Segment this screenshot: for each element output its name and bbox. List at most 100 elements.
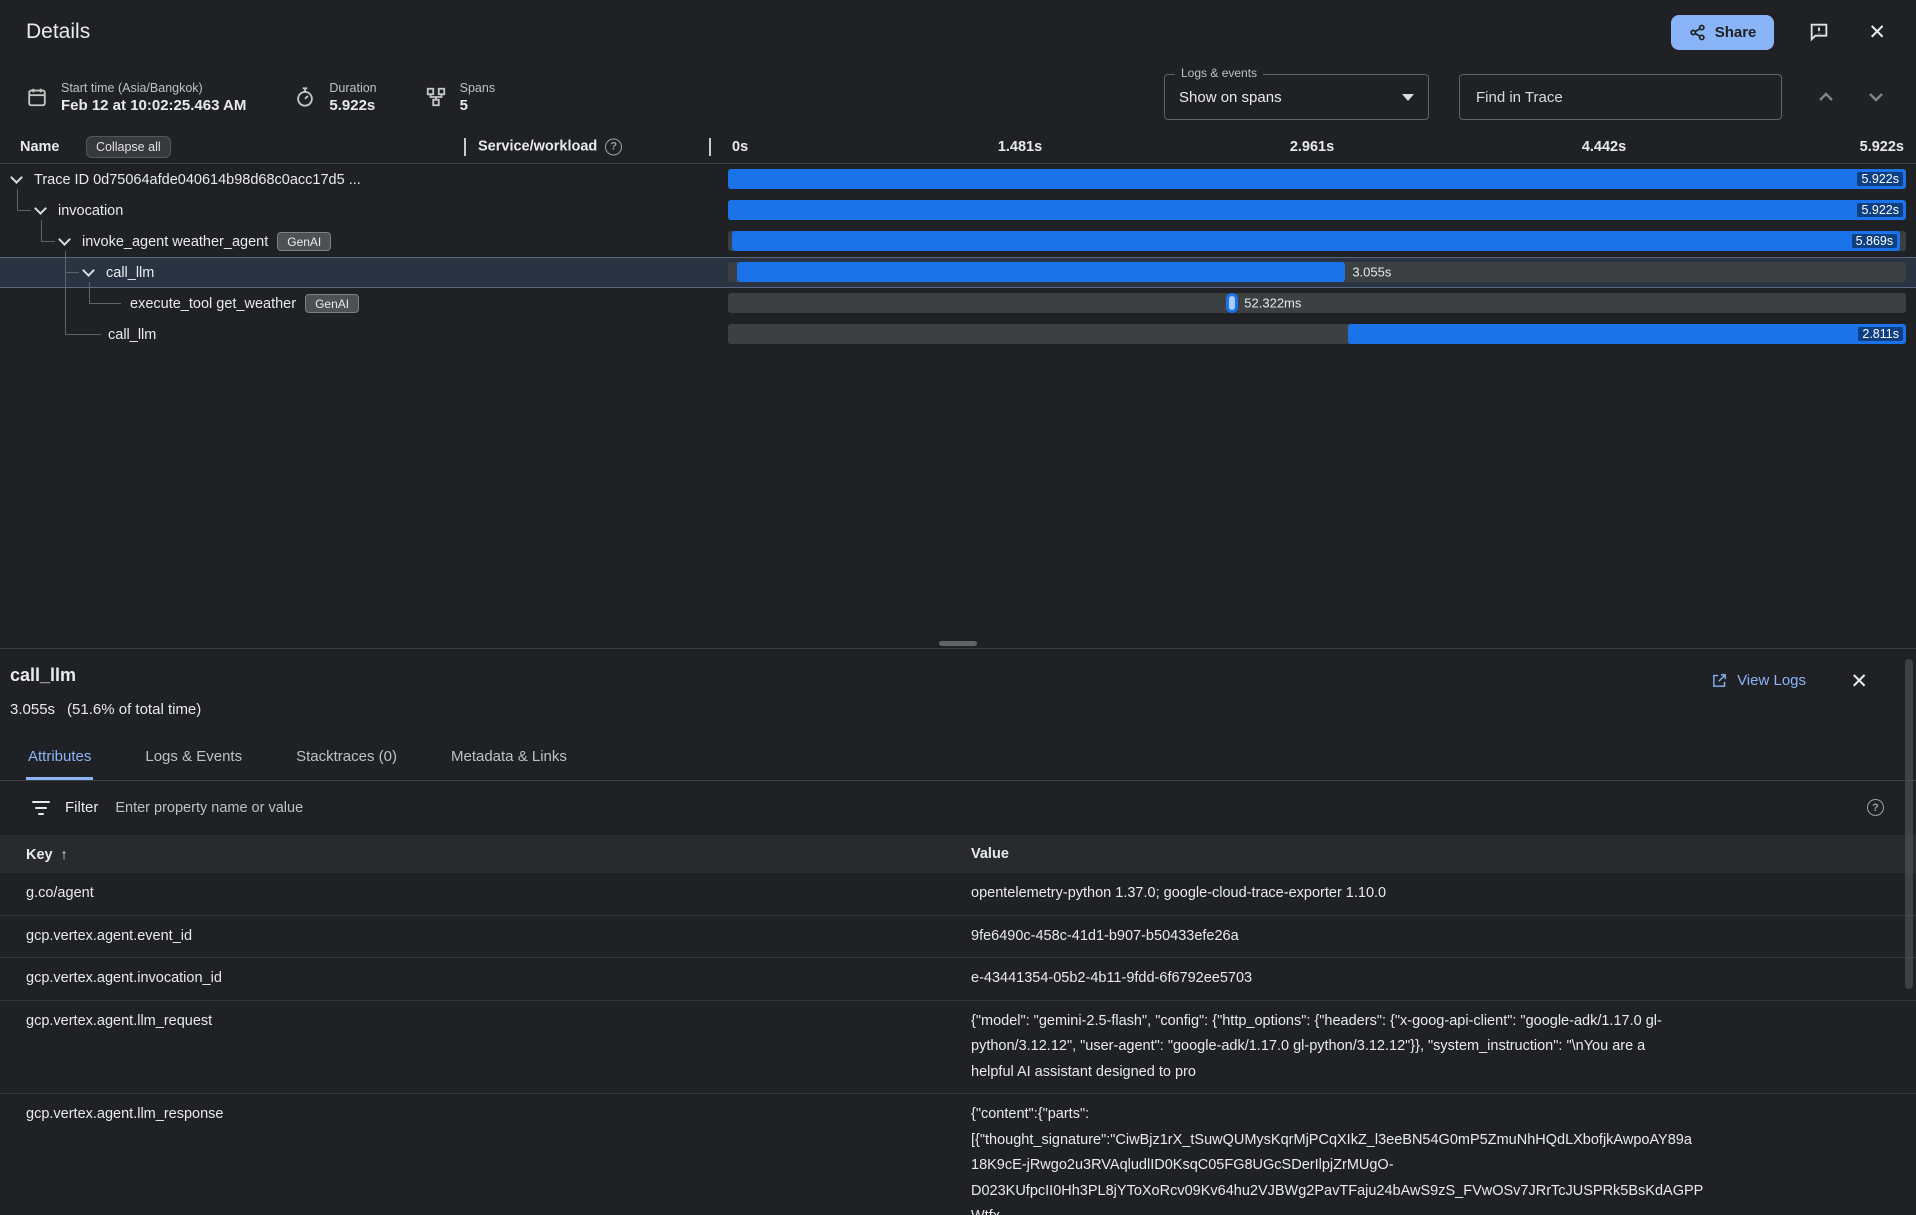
panel-resize-handle[interactable] <box>939 641 977 646</box>
duration-value: 5.922s <box>329 97 376 114</box>
share-button[interactable]: Share <box>1671 15 1775 50</box>
span-detail-title: call_llm <box>10 665 76 686</box>
find-previous-button[interactable] <box>1812 83 1840 111</box>
find-in-trace-input[interactable] <box>1459 74 1782 120</box>
span-bar[interactable]: 5.869s <box>732 231 1901 251</box>
sort-ascending-icon: ↑ <box>61 846 68 862</box>
span-bar[interactable]: 5.922s <box>728 200 1906 220</box>
attribute-row[interactable]: g.co/agent opentelemetry-python 1.37.0; … <box>0 873 1916 916</box>
timeline-tick: 4.442s <box>1582 139 1626 155</box>
attribute-row[interactable]: gcp.vertex.agent.llm_request {"model": "… <box>0 1001 1916 1095</box>
span-bar[interactable]: 2.811s <box>1348 324 1906 344</box>
timeline-track: 52.322ms <box>728 293 1906 313</box>
span-bar[interactable] <box>737 262 1345 282</box>
stopwatch-icon <box>294 86 316 108</box>
key-column-header[interactable]: Key ↑ <box>0 846 945 863</box>
share-icon <box>1689 24 1706 41</box>
tab-metadata-links[interactable]: Metadata & Links <box>449 735 569 780</box>
column-divider <box>464 138 466 156</box>
attributes-table: Key↑ Value g.co/agent opentelemetry-pyth… <box>0 835 1916 1215</box>
start-time-value: Feb 12 at 10:02:25.463 AM <box>61 97 246 114</box>
page-title: Details <box>26 20 90 44</box>
timeline-tick: 5.922s <box>1860 139 1904 155</box>
attribute-row[interactable]: gcp.vertex.agent.llm_response {"content"… <box>0 1094 1916 1215</box>
tree-connector <box>65 251 101 335</box>
span-tree: Trace ID 0d75064afde040614b98d68c0acc17d… <box>0 164 1916 352</box>
attribute-value: e-43441354-05b2-4b11-9fdd-6f6792ee5703 <box>945 966 1916 992</box>
header-bar: Details Share ✕ <box>0 0 1916 64</box>
chevron-down-icon[interactable] <box>58 233 71 246</box>
dropdown-arrow-icon <box>1402 94 1414 101</box>
service-column-label: Service/workload <box>478 139 597 155</box>
span-row-invoke-agent[interactable]: invoke_agent weather_agent GenAI 5.869s <box>0 226 1916 257</box>
close-details-button[interactable]: ✕ <box>1864 18 1890 47</box>
span-detail-duration: 3.055s <box>10 701 55 718</box>
filter-icon <box>32 801 50 815</box>
attribute-value: 9fe6490c-458c-41d1-b907-b50433efe26a <box>945 924 1916 950</box>
feedback-icon <box>1808 21 1830 43</box>
view-logs-button[interactable]: View Logs <box>1705 671 1812 690</box>
scrollbar[interactable] <box>1905 659 1913 989</box>
timeline-track: 2.811s <box>728 324 1906 344</box>
span-duration: 5.869s <box>1852 234 1898 248</box>
service-column-header: Service/workload ? <box>478 138 622 155</box>
span-name: Trace ID 0d75064afde040614b98d68c0acc17d… <box>34 172 361 188</box>
close-icon: ✕ <box>1850 671 1868 692</box>
spans-icon <box>425 86 447 108</box>
span-bar[interactable] <box>1226 293 1238 313</box>
start-time-group: Start time (Asia/Bangkok) Feb 12 at 10:0… <box>26 81 246 114</box>
attribute-row[interactable]: gcp.vertex.agent.event_id 9fe6490c-458c-… <box>0 916 1916 959</box>
timeline-tick: 1.481s <box>998 139 1042 155</box>
span-duration: 52.322ms <box>1244 296 1301 311</box>
span-row-call-llm-2[interactable]: call_llm 2.811s <box>0 319 1916 350</box>
span-duration: 5.922s <box>1857 172 1903 186</box>
collapse-all-button[interactable]: Collapse all <box>86 136 171 158</box>
span-row-invocation[interactable]: invocation 5.922s <box>0 195 1916 226</box>
span-name: call_llm <box>106 265 154 281</box>
calendar-icon <box>26 86 48 108</box>
view-logs-label: View Logs <box>1737 672 1806 689</box>
help-icon[interactable]: ? <box>605 138 622 155</box>
span-duration: 3.055s <box>1352 265 1391 280</box>
chevron-up-icon <box>1814 85 1838 109</box>
span-row-execute-tool[interactable]: execute_tool get_weather GenAI 52.322ms <box>0 288 1916 319</box>
open-in-new-icon <box>1711 672 1728 689</box>
spans-group: Spans 5 <box>425 81 495 114</box>
tab-attributes[interactable]: Attributes <box>26 735 93 780</box>
timeline-tick: 2.961s <box>1290 139 1334 155</box>
duration-label: Duration <box>329 81 376 95</box>
attribute-value: {"content":{"parts": [{"thought_signatur… <box>945 1102 1916 1215</box>
attribute-filter-input[interactable] <box>113 799 633 817</box>
attribute-key: gcp.vertex.agent.invocation_id <box>0 966 945 992</box>
timeline-track: 3.055s <box>728 262 1906 282</box>
logs-events-selected-value: Show on spans <box>1179 89 1282 106</box>
genai-badge: GenAI <box>277 232 331 251</box>
tab-logs-events[interactable]: Logs & Events <box>143 735 244 780</box>
logs-events-group-label: Logs & events <box>1175 66 1263 80</box>
timeline-track: 5.869s <box>728 231 1906 251</box>
attribute-key: gcp.vertex.agent.event_id <box>0 924 945 950</box>
close-span-detail-button[interactable]: ✕ <box>1846 667 1872 696</box>
timeline-tick: 0s <box>732 139 748 155</box>
tree-connector <box>17 189 31 211</box>
span-bar[interactable]: 5.922s <box>728 169 1906 189</box>
help-icon[interactable]: ? <box>1867 799 1884 816</box>
chevron-down-icon[interactable] <box>34 202 47 215</box>
chevron-down-icon <box>1864 85 1888 109</box>
attribute-key: gcp.vertex.agent.llm_request <box>0 1009 945 1086</box>
find-next-button[interactable] <box>1862 83 1890 111</box>
span-row-call-llm-selected[interactable]: call_llm 3.055s <box>0 257 1916 288</box>
key-header-label: Key <box>26 847 53 863</box>
logs-events-select[interactable]: Logs & events Show on spans <box>1164 74 1429 120</box>
span-detail-panel: call_llm 3.055s (51.6% of total time) Vi… <box>0 648 1916 1215</box>
spans-label: Spans <box>460 81 495 95</box>
timeline-track: 5.922s <box>728 200 1906 220</box>
feedback-button[interactable] <box>1804 17 1834 47</box>
attribute-row[interactable]: gcp.vertex.agent.invocation_id e-4344135… <box>0 958 1916 1001</box>
chevron-down-icon[interactable] <box>10 171 23 184</box>
span-row-trace-id[interactable]: Trace ID 0d75064afde040614b98d68c0acc17d… <box>0 164 1916 195</box>
detail-tabs: Attributes Logs & Events Stacktraces (0)… <box>0 735 1916 781</box>
trace-details-panel: Details Share ✕ <box>0 0 1916 1215</box>
share-label: Share <box>1715 24 1757 41</box>
tab-stacktraces[interactable]: Stacktraces (0) <box>294 735 399 780</box>
